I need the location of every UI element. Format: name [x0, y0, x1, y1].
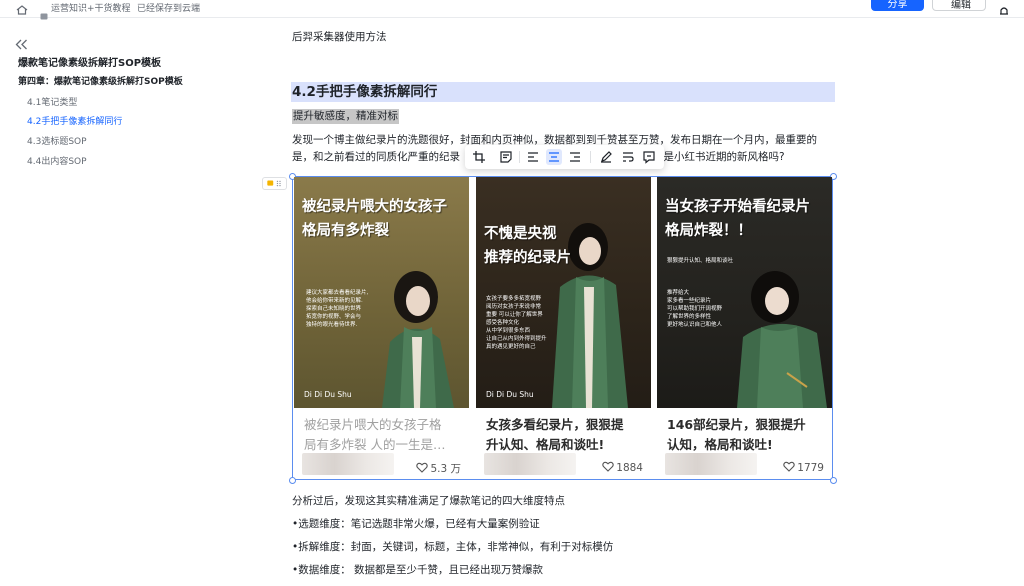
crop-icon[interactable] — [471, 149, 487, 165]
comment-icon[interactable] — [641, 149, 657, 165]
blurred-author — [302, 453, 394, 475]
toolbar-divider — [590, 151, 591, 163]
edit-label: 编辑 — [951, 0, 971, 11]
cover-title: 被纪录片喂大的女孩子 格局有多炸裂 — [302, 199, 447, 239]
toolbar-divider — [519, 151, 520, 163]
heart-icon — [783, 461, 795, 472]
note-caption: 女孩多看纪录片，狠狠提 升认知、格局和谈吐! — [486, 417, 624, 452]
align-left-icon[interactable] — [525, 149, 541, 165]
align-center-icon[interactable] — [546, 149, 562, 165]
home-icon[interactable] — [16, 0, 28, 15]
outline-item-4-2[interactable]: 4.2手把手像素拆解同行 — [27, 114, 122, 127]
save-status: 已经保存到云端 — [137, 4, 201, 14]
share-button[interactable]: 分享 — [871, 0, 924, 11]
paragraph-line-2-left: 是，和之前看过的同质化严重的纪录 — [292, 151, 460, 163]
cover-body-text: 狠狠提升认知、格局和谈吐 推荐给大 家多看一些纪录片 可以帮助我们开阔视野 了解… — [667, 258, 734, 328]
note-cover-image: 不愧是央视 推荐的纪录片 女孩子要多多拓宽视野 阅历对女孩子来说非常 重要 可以… — [476, 177, 651, 408]
resize-handle-bottom-right[interactable] — [830, 477, 837, 484]
heart-icon — [602, 461, 614, 472]
doc-top-line: 后羿采集器使用方法 — [292, 31, 387, 43]
cover-title: 不愧是央视 推荐的纪录片 — [484, 226, 571, 266]
block-drag-handle[interactable] — [262, 177, 287, 190]
note-caption: 146部纪录片，狠狠提升 认知，格局和谈吐! — [667, 417, 806, 452]
like-count[interactable]: 1884 — [602, 461, 643, 474]
note-card[interactable]: 被纪录片喂大的女孩子 格局有多炸裂 建议大家都去看看纪录片, 他会给你带来新的见… — [294, 177, 469, 477]
share-label: 分享 — [887, 0, 908, 10]
paragraph-line-2-right: 这是小红书近期的新风格吗? — [653, 151, 785, 163]
image-toolbar — [465, 145, 664, 169]
cover-signature: Di Di Du Shu — [486, 390, 534, 399]
section-heading: 4.2手把手像素拆解同行 — [291, 82, 835, 102]
like-count-value: 1779 — [797, 462, 824, 474]
note-caption: 被纪录片喂大的女孩子格 局有多炸裂 人的一生是… — [304, 417, 446, 452]
outline-item-4-4[interactable]: 4.4出内容SOP — [27, 154, 87, 167]
cover-body-text: 建议大家都去看看纪录片, 他会给你带来新的见解. 探索自己未知晓的世界 拓宽你的… — [306, 290, 369, 328]
analysis-line: 分析过后，发现这其实精准满足了爆款笔记的四大维度特点 — [292, 495, 565, 507]
highlighted-text: 提升敏感度，精准对标 — [292, 109, 399, 124]
edit-mode-button[interactable]: 编辑 — [932, 0, 986, 11]
resize-handle-bottom-left[interactable] — [289, 477, 296, 484]
align-right-icon[interactable] — [567, 149, 583, 165]
outline-chapter[interactable]: 第四章：爆款笔记像素级拆解打SOP模板 — [18, 74, 183, 87]
edit-image-icon[interactable] — [598, 149, 614, 165]
top-bar: 运营知识+干货教程 已经保存到云端 分享 编辑 — [0, 0, 1024, 20]
outline-item-4-3[interactable]: 4.3选标题SOP — [27, 134, 87, 147]
note-cover-image: 被纪录片喂大的女孩子 格局有多炸裂 建议大家都去看看纪录片, 他会给你带来新的见… — [294, 177, 469, 408]
note-card[interactable]: 不愧是央视 推荐的纪录片 女孩子要多多拓宽视野 阅历对女孩子来说非常 重要 可以… — [476, 177, 651, 477]
comment-note-icon[interactable] — [498, 149, 514, 165]
collapse-outline-icon[interactable] — [15, 35, 28, 50]
heart-icon — [416, 462, 429, 473]
folder-icon — [40, 5, 48, 20]
cover-signature: Di Di Du Shu — [304, 390, 352, 399]
like-count[interactable]: 1779 — [783, 461, 824, 474]
note-card[interactable]: 当女孩子开始看纪录片 格局炸裂！！ 狠狠提升认知、格局和谈吐 推荐给大 家多看一… — [657, 177, 832, 477]
like-count[interactable]: 5.3 万 — [416, 461, 461, 476]
image-block-icon — [267, 180, 281, 187]
text-wrap-icon[interactable] — [620, 149, 636, 165]
note-cover-image: 当女孩子开始看纪录片 格局炸裂！！ 狠狠提升认知、格局和谈吐 推荐给大 家多看一… — [657, 177, 832, 408]
cover-title: 当女孩子开始看纪录片 格局炸裂！！ — [665, 199, 810, 239]
bullet-item: •选题维度：笔记选题非常火爆，已经有大量案例验证 — [292, 518, 540, 530]
breadcrumb-space[interactable]: 运营知识+干货教程 — [51, 4, 131, 15]
outline-doc-title[interactable]: 爆款笔记像素级拆解打SOP模板 — [18, 54, 161, 69]
cover-body-text: 女孩子要多多拓宽视野 阅历对女孩子来说非常 重要 可以让你了解世界 感受各种文化… — [486, 296, 547, 350]
bell-icon[interactable] — [998, 0, 1010, 15]
outline-item-4-1[interactable]: 4.1笔记类型 — [27, 95, 77, 108]
like-count-value: 5.3 万 — [430, 463, 461, 475]
girl-illustration — [552, 223, 628, 408]
like-count-value: 1884 — [616, 462, 643, 474]
blurred-author — [665, 453, 757, 475]
blurred-author — [484, 453, 576, 475]
bullet-item: •数据维度： 数据都是至少千赞，且已经出现万赞爆款 — [292, 564, 544, 576]
bullet-item: •拆解维度：封面，关键词，标题，主体，非常神似，有利于对标模仿 — [292, 541, 614, 553]
